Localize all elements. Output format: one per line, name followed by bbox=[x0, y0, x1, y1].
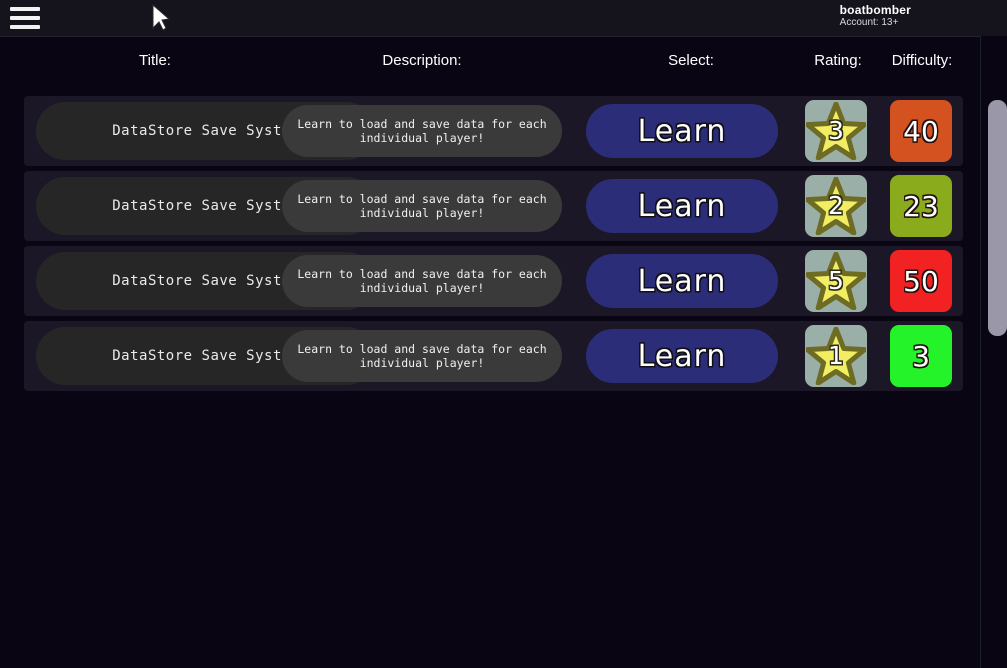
learn-button-label: Learn bbox=[637, 338, 727, 374]
table-row: DataStore Save System Learn to load and s… bbox=[24, 246, 963, 316]
column-header-title: Title: bbox=[139, 52, 171, 69]
difficulty-badge: 40 bbox=[890, 100, 952, 162]
top-bar: boatbomber Account: 13+ bbox=[0, 0, 1007, 37]
star-icon: 1 bbox=[805, 325, 867, 387]
tutorial-list: DataStore Save System Learn to load and s… bbox=[24, 96, 963, 396]
difficulty-badge: 3 bbox=[890, 325, 952, 387]
account-username: boatbomber bbox=[839, 3, 911, 17]
difficulty-value: 50 bbox=[903, 264, 939, 298]
rating-badge: 5 bbox=[805, 250, 867, 312]
difficulty-value: 23 bbox=[903, 189, 939, 223]
difficulty-value: 3 bbox=[912, 339, 930, 373]
table-row: DataStore Save System Learn to load and s… bbox=[24, 171, 963, 241]
hamburger-bar bbox=[10, 7, 40, 11]
difficulty-value: 40 bbox=[903, 114, 939, 148]
table-row: DataStore Save System Learn to load and s… bbox=[24, 96, 963, 166]
hamburger-bar bbox=[10, 16, 40, 20]
rating-badge: 2 bbox=[805, 175, 867, 237]
difficulty-badge: 23 bbox=[890, 175, 952, 237]
column-headers: Title: Description: Select: Rating: Diff… bbox=[0, 36, 980, 88]
account-type: Account: 13+ bbox=[839, 16, 899, 28]
rating-badge: 3 bbox=[805, 100, 867, 162]
table-row: DataStore Save System Learn to load and s… bbox=[24, 321, 963, 391]
column-header-description: Description: bbox=[382, 52, 462, 69]
hamburger-bar bbox=[10, 25, 40, 29]
tutorial-description: Learn to load and save data for each ind… bbox=[282, 255, 562, 307]
learn-button-label: Learn bbox=[637, 113, 727, 149]
scrollbar-track[interactable] bbox=[980, 36, 1007, 668]
tutorial-description: Learn to load and save data for each ind… bbox=[282, 105, 562, 157]
column-header-difficulty: Difficulty: bbox=[891, 52, 953, 69]
star-icon: 5 bbox=[805, 250, 867, 312]
tutorial-description: Learn to load and save data for each ind… bbox=[282, 330, 562, 382]
learn-button-label: Learn bbox=[637, 263, 727, 299]
star-icon: 3 bbox=[805, 100, 867, 162]
scrollbar-thumb[interactable] bbox=[988, 100, 1007, 336]
star-icon: 2 bbox=[805, 175, 867, 237]
rating-value: 3 bbox=[828, 115, 844, 145]
rating-value: 2 bbox=[828, 190, 844, 220]
learn-button-label: Learn bbox=[637, 188, 727, 224]
tutorial-description: Learn to load and save data for each ind… bbox=[282, 180, 562, 232]
account-info[interactable]: boatbomber Account: 13+ bbox=[840, 4, 911, 28]
difficulty-badge: 50 bbox=[890, 250, 952, 312]
learn-button[interactable]: Learn bbox=[586, 254, 778, 308]
rating-value: 5 bbox=[828, 265, 844, 295]
learn-button[interactable]: Learn bbox=[586, 104, 778, 158]
mouse-pointer-icon bbox=[152, 4, 170, 31]
rating-value: 1 bbox=[828, 340, 844, 370]
column-header-select: Select: bbox=[668, 52, 714, 69]
learn-button[interactable]: Learn bbox=[586, 329, 778, 383]
rating-badge: 1 bbox=[805, 325, 867, 387]
learn-button[interactable]: Learn bbox=[586, 179, 778, 233]
hamburger-menu-icon[interactable] bbox=[10, 7, 40, 29]
